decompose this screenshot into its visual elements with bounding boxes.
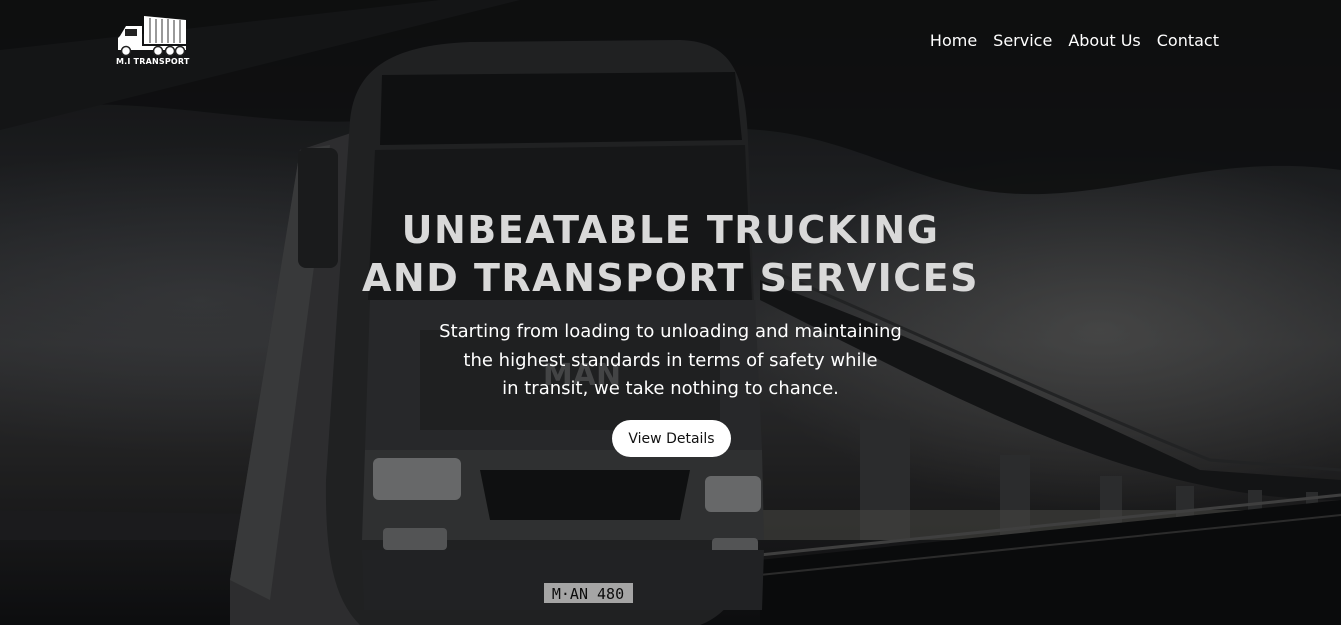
hero-subtitle-line-3: in transit, we take nothing to chance. xyxy=(502,378,839,399)
truck-icon xyxy=(118,16,186,57)
hero-title-line-1: UNBEATABLE TRUCKING xyxy=(401,208,940,252)
hero-title-line-2: AND TRANSPORT SERVICES xyxy=(362,256,979,300)
hero-subtitle: Starting from loading to unloading and m… xyxy=(0,318,1341,404)
nav-service[interactable]: Service xyxy=(993,31,1052,50)
hero-section: M·AN 480 MAN M.I TRANSPORT Home Service … xyxy=(0,0,1341,625)
hero-subtitle-line-1: Starting from loading to unloading and m… xyxy=(439,321,902,342)
view-details-button[interactable]: View Details xyxy=(612,420,731,457)
nav-contact[interactable]: Contact xyxy=(1157,31,1219,50)
main-nav: Home Service About Us Contact xyxy=(930,31,1219,50)
hero-subtitle-line-2: the highest standards in terms of safety… xyxy=(463,349,878,371)
brand-logo[interactable]: M.I TRANSPORT xyxy=(116,14,190,70)
nav-home[interactable]: Home xyxy=(930,31,977,50)
hero-title: UNBEATABLE TRUCKING AND TRANSPORT SERVIC… xyxy=(0,206,1341,302)
brand-name: M.I TRANSPORT xyxy=(116,57,190,66)
nav-about-us[interactable]: About Us xyxy=(1068,31,1140,50)
hero-overlay xyxy=(0,0,1341,625)
